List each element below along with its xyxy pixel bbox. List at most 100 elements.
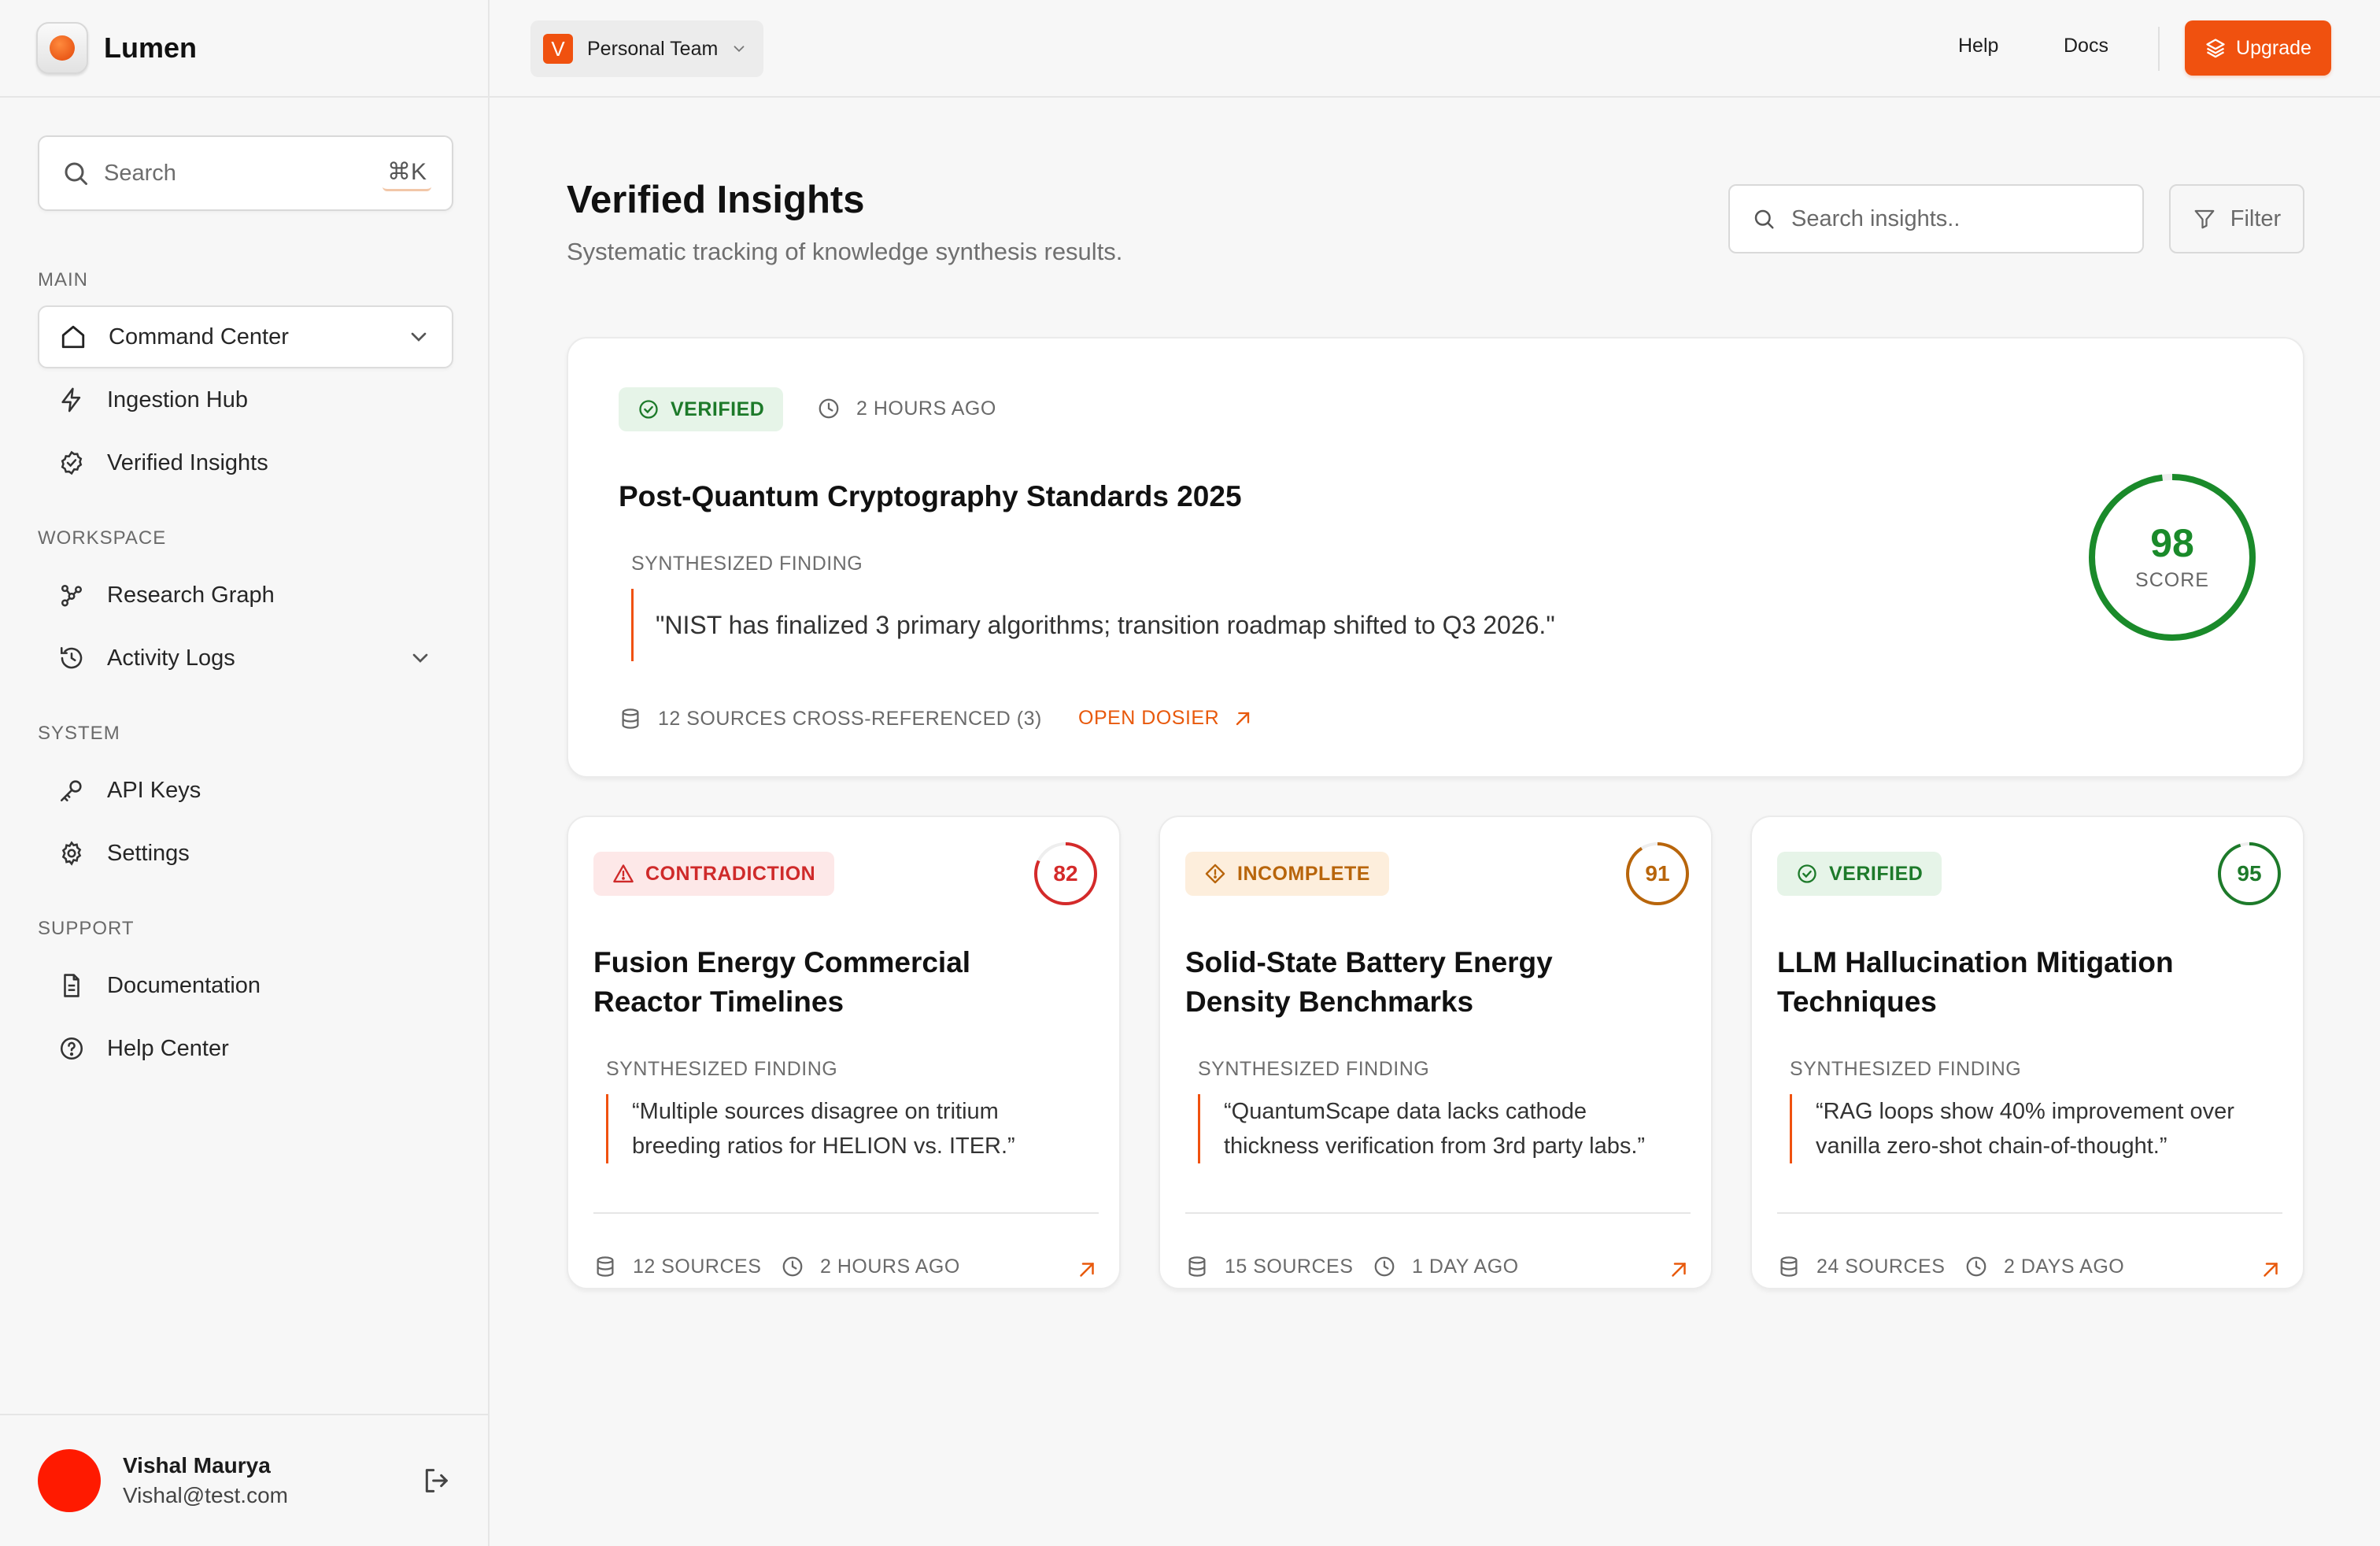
insight-search-input[interactable]: Search insights..: [1728, 184, 2144, 253]
sidebar-item-label: Documentation: [107, 972, 261, 998]
sources-count: 12 SOURCES CROSS-REFERENCED (3): [619, 707, 1042, 730]
sidebar-item-label: Settings: [107, 840, 190, 866]
logout-icon[interactable]: [420, 1465, 452, 1496]
filter-button[interactable]: Filter: [2169, 184, 2304, 253]
sidebar-item-label: Verified Insights: [107, 449, 268, 475]
score-value: 98: [2150, 520, 2194, 565]
history-icon: [60, 646, 83, 669]
key-icon: [60, 780, 82, 802]
arrow-up-right-icon: [1236, 712, 1250, 725]
docs-link[interactable]: Docs: [2064, 35, 2108, 57]
sidebar: Lumen Search ⌘K MAIN Command Center Inge…: [0, 0, 490, 1546]
brand: Lumen: [0, 0, 488, 98]
clock-icon: [819, 398, 839, 419]
sidebar-item-settings[interactable]: Settings: [38, 822, 453, 885]
timestamp: 2 HOURS AGO: [817, 397, 996, 420]
sidebar-search-input[interactable]: Search ⌘K: [38, 135, 453, 211]
open-dossier-label: OPEN DOSIER: [1078, 707, 1220, 729]
finding-label: SYNTHESIZED FINDING: [1198, 1058, 1430, 1080]
score-label: SCORE: [2135, 568, 2209, 591]
chevron-down-icon[interactable]: [406, 324, 431, 350]
help-link[interactable]: Help: [1958, 35, 1998, 57]
score-ring: 95: [2216, 841, 2282, 907]
finding-text: "NIST has finalized 3 primary algorithms…: [631, 589, 1555, 661]
search-icon: [1754, 209, 1774, 229]
time-label: 2 HOURS AGO: [820, 1255, 960, 1278]
card-title: Fusion Energy Commercial Reactor Timelin…: [593, 946, 971, 1018]
finding-label: SYNTHESIZED FINDING: [631, 553, 863, 575]
search-shortcut: ⌘K: [382, 155, 431, 191]
top-bar: V Personal Team Help Docs Upgrade: [490, 0, 2380, 98]
insight-card-1[interactable]: CONTRADICTION 82 Fusion Energy Commercia…: [567, 816, 1121, 1289]
search-icon: [65, 162, 87, 185]
sources-label: 12 SOURCES: [633, 1255, 762, 1278]
search-placeholder: Search: [104, 160, 176, 186]
divider: [1185, 1212, 1691, 1214]
sidebar-item-api-keys[interactable]: API Keys: [38, 759, 453, 822]
filter-label: Filter: [2230, 205, 2282, 231]
check-badge-icon: [61, 450, 83, 475]
brand-name: Lumen: [104, 31, 198, 64]
arrow-up-right-icon[interactable]: [1667, 1258, 1691, 1282]
sources-count: 15 SOURCES: [1185, 1255, 1353, 1278]
insight-card-2[interactable]: INCOMPLETE 91 Solid-State Battery Energy…: [1159, 816, 1713, 1289]
sidebar-item-verified-insights[interactable]: Verified Insights: [38, 431, 453, 494]
sidebar-item-help-center[interactable]: Help Center: [38, 1017, 453, 1080]
sidebar-item-label: Research Graph: [107, 582, 275, 608]
sidebar-item-command-center[interactable]: Command Center: [38, 305, 453, 368]
sources-label: 12 SOURCES CROSS-REFERENCED (3): [658, 707, 1042, 730]
sources-count: 12 SOURCES: [593, 1255, 761, 1278]
sidebar-item-label: Command Center: [109, 324, 289, 350]
team-switcher[interactable]: V Personal Team: [530, 20, 763, 77]
help-circle-icon: [60, 1037, 83, 1060]
time-label: 1 DAY AGO: [1412, 1255, 1519, 1278]
sidebar-item-activity-logs[interactable]: Activity Logs: [38, 627, 453, 690]
team-badge: V: [543, 34, 573, 64]
status-badge: VERIFIED: [619, 387, 784, 431]
score-ring: 82: [1033, 841, 1099, 907]
status-badge: CONTRADICTION: [593, 852, 835, 896]
status-badge: VERIFIED: [1777, 852, 1942, 896]
divider: [1777, 1212, 2282, 1214]
check-circle-icon: [1798, 864, 1816, 883]
sources-count: 24 SOURCES: [1777, 1255, 1945, 1278]
timestamp: 2 DAYS AGO: [1964, 1255, 2124, 1278]
document-icon: [64, 974, 79, 997]
status-badge: INCOMPLETE: [1185, 852, 1389, 896]
chevron-down-icon[interactable]: [408, 645, 433, 671]
sidebar-item-ingestion-hub[interactable]: Ingestion Hub: [38, 368, 453, 431]
clock-icon: [1374, 1256, 1395, 1277]
lumen-logo-icon[interactable]: [36, 22, 88, 74]
check-circle-icon: [639, 400, 658, 419]
nav-section-workspace: WORKSPACE: [38, 527, 167, 549]
sidebar-item-research-graph[interactable]: Research Graph: [38, 564, 453, 627]
chevron-down-icon: [734, 46, 745, 53]
status-label: INCOMPLETE: [1237, 862, 1370, 885]
upgrade-button[interactable]: Upgrade: [2185, 20, 2331, 76]
score-value: 95: [2237, 861, 2262, 886]
finding-label: SYNTHESIZED FINDING: [606, 1058, 838, 1080]
avatar[interactable]: [38, 1449, 101, 1512]
finding-text: “QuantumScape data lacks cathode thickne…: [1198, 1094, 1645, 1163]
database-icon: [1780, 1256, 1798, 1277]
layers-icon: [2206, 39, 2225, 58]
upgrade-label: Upgrade: [2236, 36, 2312, 59]
nav-section-support: SUPPORT: [38, 918, 135, 939]
finding-text: “Multiple sources disagree on tritium br…: [606, 1094, 1015, 1163]
database-icon: [597, 1256, 614, 1277]
sidebar-item-label: Ingestion Hub: [107, 386, 248, 412]
sidebar-item-documentation[interactable]: Documentation: [38, 954, 453, 1017]
time-label: 2 HOURS AGO: [856, 397, 996, 420]
arrow-up-right-icon[interactable]: [1075, 1258, 1099, 1282]
insight-card-3[interactable]: VERIFIED 95 LLM Hallucination Mitigation…: [1750, 816, 2304, 1289]
finding-label: SYNTHESIZED FINDING: [1790, 1058, 2022, 1080]
card-title: LLM Hallucination Mitigation Techniques: [1777, 946, 2174, 1018]
open-dossier-link[interactable]: OPEN DOSIER: [1078, 707, 1254, 730]
bolt-icon: [61, 387, 81, 412]
divider: [2158, 27, 2160, 71]
card-title: Solid-State Battery Energy Density Bench…: [1185, 946, 1553, 1018]
featured-insight-card[interactable]: VERIFIED 2 HOURS AGO Post-Quantum Crypto…: [567, 337, 2304, 778]
insight-search-placeholder: Search insights..: [1791, 205, 1961, 231]
score-value: 91: [1645, 861, 1670, 886]
arrow-up-right-icon[interactable]: [2259, 1258, 2282, 1282]
